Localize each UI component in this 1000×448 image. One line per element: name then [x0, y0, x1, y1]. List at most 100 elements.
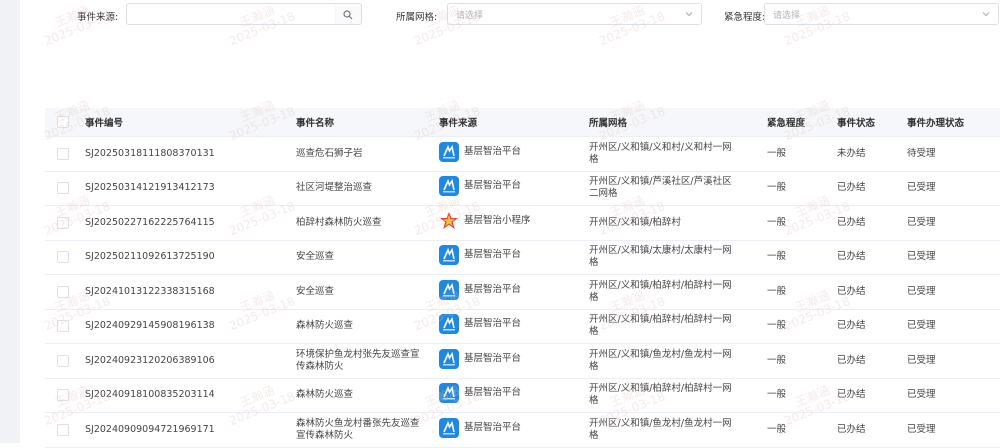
grid-text: 开州区/义和镇/柏辞村	[589, 216, 681, 228]
event-name-text: 环境保护鱼龙村张先友巡查宣传森林防火	[296, 348, 420, 372]
row-select-cell	[45, 240, 85, 275]
event-id-cell: SJ20250227162225764115	[85, 205, 296, 241]
source-text: 基层智治平台	[464, 145, 522, 157]
grid-cell: 开州区/义和镇/义和村/义和村一网格	[589, 136, 767, 172]
urgency-cell: 一般	[767, 343, 837, 379]
source-text: 基层智治平台	[464, 249, 522, 261]
event-id-cell: SJ20250318111808370131	[85, 136, 296, 172]
event-source-cell: 基层智治平台	[439, 274, 589, 310]
platform-icon	[439, 314, 459, 335]
source-filter-label: 事件来源:	[77, 12, 119, 23]
event-source-cell: 基层智治平台	[439, 136, 589, 172]
table-row[interactable]: SJ20241013122338315168 安全巡查 基层智治平台 开州区/义…	[45, 274, 1000, 310]
row-select-cell	[45, 171, 85, 206]
source-text: 基层智治平台	[464, 180, 522, 192]
row-checkbox[interactable]	[57, 354, 69, 367]
event-name-text: 社区河堤整治巡查	[296, 182, 373, 194]
event-name-cell: 森林防火鱼龙村番张先友巡查宣传森林防火	[296, 412, 439, 448]
handling-status-cell: 待受理	[907, 136, 1000, 172]
search-button[interactable]	[334, 3, 362, 25]
grid-cell: 开州区/义和镇/芦溪社区/芦溪社区二网格	[589, 171, 767, 206]
table-row[interactable]: SJ20250314121913412173 社区河堤整治巡查 基层智治平台 开…	[45, 171, 1000, 206]
row-select-cell	[45, 378, 85, 413]
select-all-checkbox[interactable]	[57, 116, 69, 128]
status-cell: 已办结	[837, 343, 907, 379]
table-row[interactable]: SJ20240923120206389106 环境保护鱼龙村张先友巡查宣传森林防…	[45, 343, 1000, 379]
event-name-text: 安全巡查	[296, 285, 335, 297]
urgency-select[interactable]: 请选择	[764, 3, 999, 25]
event-name-text: 巡查危石狮子岩	[296, 147, 363, 159]
row-checkbox[interactable]	[57, 389, 69, 401]
table-row[interactable]: SJ20250211092613725190 安全巡查 基层智治平台 开州区/义…	[45, 240, 1000, 275]
platform-icon	[439, 383, 459, 404]
header-event-name: 事件名称	[296, 108, 439, 137]
urgency-cell: 一般	[767, 136, 837, 172]
grid-text: 开州区/义和镇/太康村/太康村一网格	[589, 245, 732, 269]
row-select-cell	[45, 205, 85, 241]
urgency-filter-label: 紧急程度:	[724, 12, 766, 23]
grid-cell: 开州区/义和镇/太康村/太康村一网格	[589, 240, 767, 275]
event-name-cell: 巡查危石狮子岩	[296, 136, 439, 172]
table-header-row: 事件编号 事件名称 事件来源 所属网格 紧急程度 事件状态 事件办理状态	[45, 108, 1000, 137]
grid-text: 开州区/义和镇/义和村/义和村一网格	[589, 141, 732, 165]
event-id-cell: SJ20241013122338315168	[85, 274, 296, 310]
handling-status-cell: 已受理	[907, 343, 1000, 379]
handling-status-cell: 已受理	[907, 309, 1000, 344]
filter-bar: 事件来源: 所属网格: 请选择 紧急程度: 请选择	[20, 0, 1000, 30]
table-row[interactable]: SJ20240909094721969171 森林防火鱼龙村番张先友巡查宣传森林…	[45, 412, 1000, 448]
urgency-cell: 一般	[767, 240, 837, 275]
table-row[interactable]: SJ20250227162225764115 柏辞村森林防火巡查 基层智治小程序…	[45, 205, 1000, 241]
grid-cell: 开州区/义和镇/鱼龙村/鱼龙村一网格	[589, 412, 767, 448]
source-input[interactable]	[126, 3, 356, 25]
event-name-text: 森林防火鱼龙村番张先友巡查宣传森林防火	[296, 417, 420, 441]
event-source-cell: 基层智治平台	[439, 309, 589, 344]
platform-icon	[439, 245, 459, 266]
row-checkbox[interactable]	[57, 423, 69, 436]
row-checkbox[interactable]	[57, 251, 69, 263]
grid-cell: 开州区/义和镇/鱼龙村/鱼龙村一网格	[589, 343, 767, 379]
grid-select[interactable]: 请选择	[447, 3, 702, 25]
source-text: 基层智治平台	[464, 387, 522, 399]
event-source-cell: 基层智治平台	[439, 378, 589, 413]
grid-text: 开州区/义和镇/鱼龙村/鱼龙村一网格	[589, 348, 732, 372]
table-row[interactable]: SJ20240918100835203114 森林防火巡查 基层智治平台 开州区…	[45, 378, 1000, 413]
platform-icon	[439, 176, 459, 197]
row-checkbox[interactable]	[57, 320, 69, 332]
row-select-cell	[45, 136, 85, 172]
grid-select-placeholder: 请选择	[456, 11, 484, 21]
event-name-cell: 社区河堤整治巡查	[296, 171, 439, 206]
event-id-cell: SJ20250314121913412173	[85, 171, 296, 206]
left-strip	[0, 0, 20, 443]
event-id-cell: SJ20240918100835203114	[85, 378, 296, 413]
status-cell: 已办结	[837, 378, 907, 413]
row-checkbox[interactable]	[57, 182, 69, 194]
grid-text: 开州区/义和镇/柏辞村/柏辞村一网格	[589, 383, 732, 407]
table-row[interactable]: SJ20250318111808370131 巡查危石狮子岩 基层智治平台 开州…	[45, 136, 1000, 172]
event-id-cell: SJ20240909094721969171	[85, 412, 296, 448]
events-table: 事件编号 事件名称 事件来源 所属网格 紧急程度 事件状态 事件办理状态 SJ2…	[45, 108, 1000, 448]
event-id-cell: SJ20240923120206389106	[85, 343, 296, 379]
grid-cell: 开州区/义和镇/柏辞村/柏辞村一网格	[589, 309, 767, 344]
source-text: 基层智治平台	[464, 352, 522, 364]
event-id-cell: SJ20240929145908196138	[85, 309, 296, 344]
urgency-cell: 一般	[767, 274, 837, 310]
row-checkbox[interactable]	[57, 285, 69, 298]
event-source-cell: 基层智治平台	[439, 412, 589, 448]
event-name-text: 森林防火巡查	[296, 389, 354, 401]
source-text: 基层智治小程序	[464, 214, 531, 226]
handling-status-cell: 已受理	[907, 205, 1000, 241]
event-name-cell: 森林防火巡查	[296, 309, 439, 344]
handling-status-cell: 已受理	[907, 240, 1000, 275]
select-all-cell	[45, 108, 85, 137]
urgency-cell: 一般	[767, 309, 837, 344]
source-text: 基层智治平台	[464, 318, 522, 330]
event-name-text: 森林防火巡查	[296, 320, 354, 332]
event-source-cell: 基层智治平台	[439, 240, 589, 275]
row-checkbox[interactable]	[57, 147, 69, 160]
event-name-cell: 安全巡查	[296, 240, 439, 275]
urgency-cell: 一般	[767, 378, 837, 413]
row-checkbox[interactable]	[57, 216, 69, 229]
table-row[interactable]: SJ20240929145908196138 森林防火巡查 基层智治平台 开州区…	[45, 309, 1000, 344]
urgency-select-placeholder: 请选择	[773, 11, 801, 21]
row-select-cell	[45, 274, 85, 310]
